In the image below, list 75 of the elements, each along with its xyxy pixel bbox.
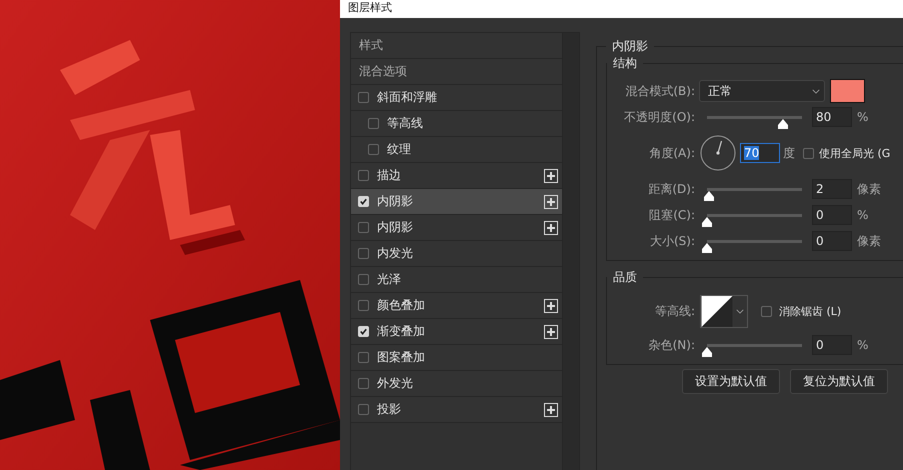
checkbox[interactable]	[358, 222, 369, 233]
slider-thumb[interactable]	[701, 242, 713, 252]
input-field[interactable]: 80	[812, 107, 852, 127]
field-label: 等高线:	[654, 302, 695, 320]
checkbox[interactable]	[761, 306, 772, 316]
item-label: 内阴影	[377, 193, 414, 210]
slider-thumb[interactable]	[701, 216, 713, 226]
unit-label: %	[857, 208, 868, 222]
add-icon[interactable]	[544, 298, 558, 312]
unit-label: 度	[783, 144, 795, 162]
item-label: 纹理	[387, 141, 412, 158]
checkbox[interactable]	[358, 170, 369, 181]
chevron-icon	[812, 88, 820, 94]
item-label: 斜面和浮雕	[377, 89, 438, 106]
slider-thumb[interactable]	[702, 190, 715, 200]
add-icon[interactable]	[544, 168, 558, 182]
dialog-button[interactable]: 设置为默认值	[682, 369, 780, 394]
unit-label: 像素	[857, 180, 881, 198]
field-label: 阻塞(C):	[648, 206, 695, 224]
checkbox-label: 使用全局光 (G	[819, 146, 890, 160]
field-label: 大小(S):	[648, 232, 695, 250]
field-label: 混合模式(B):	[624, 82, 695, 100]
field-label: 角度(A):	[648, 144, 695, 162]
checkbox[interactable]	[358, 378, 369, 389]
checkbox[interactable]	[358, 248, 369, 259]
checkbox[interactable]	[358, 300, 369, 311]
style-item[interactable]: 内阴影	[351, 189, 562, 215]
contour-picker[interactable]	[700, 294, 748, 328]
scrollbar[interactable]	[562, 33, 579, 470]
checkbox[interactable]	[368, 118, 379, 129]
item-label: 描边	[377, 167, 402, 184]
item-label: 混合选项	[359, 63, 407, 80]
add-icon[interactable]	[544, 220, 558, 234]
item-label: 等高线	[387, 115, 424, 132]
field-label: 不透明度(O):	[623, 108, 695, 126]
checkbox-label: 消除锯齿 (L)	[779, 304, 842, 318]
checkbox[interactable]	[358, 352, 369, 363]
input-field[interactable]: 0	[812, 231, 852, 251]
input-field[interactable]: 2	[812, 179, 852, 199]
checkbox[interactable]	[358, 404, 369, 415]
group-title: 内阴影	[611, 38, 649, 55]
blend-mode-dropdown[interactable]: 正常	[699, 80, 825, 102]
checkbox[interactable]	[368, 144, 379, 155]
chevron-icon	[736, 308, 744, 314]
group-title: 品质	[612, 269, 638, 286]
angle-dial[interactable]	[700, 135, 736, 171]
checkbox[interactable]	[803, 148, 814, 158]
window-title: 图层样式	[348, 1, 392, 15]
unit-label: %	[857, 338, 868, 352]
unit-label: %	[857, 110, 868, 124]
item-label: 样式	[359, 37, 383, 54]
checkbox[interactable]	[358, 274, 369, 285]
item-label: 外发光	[377, 375, 414, 392]
item-label: 图案叠加	[377, 349, 426, 366]
add-icon[interactable]	[544, 402, 558, 416]
item-label: 内发光	[377, 245, 414, 262]
add-icon[interactable]	[544, 324, 558, 338]
slider-thumb[interactable]	[701, 346, 713, 356]
contour-icon	[701, 296, 733, 326]
color-swatch[interactable]	[830, 79, 865, 103]
item-label: 颜色叠加	[377, 297, 426, 314]
input-field[interactable]: 70	[740, 143, 780, 163]
input-field[interactable]: 0	[812, 205, 852, 225]
field-label: 距离(D):	[647, 180, 695, 198]
group-title: 结构	[612, 55, 638, 72]
item-label: 光泽	[377, 271, 402, 288]
add-icon[interactable]	[544, 194, 558, 208]
item-label: 投影	[377, 401, 402, 418]
checkbox[interactable]	[358, 92, 369, 103]
item-label: 渐变叠加	[377, 323, 426, 340]
field-label: 杂色(N):	[648, 336, 695, 354]
unit-label: 像素	[857, 232, 881, 250]
input-field[interactable]: 0	[812, 335, 852, 355]
dialog-button[interactable]: 复位为默认值	[790, 369, 888, 394]
item-label: 内阴影	[377, 219, 414, 236]
